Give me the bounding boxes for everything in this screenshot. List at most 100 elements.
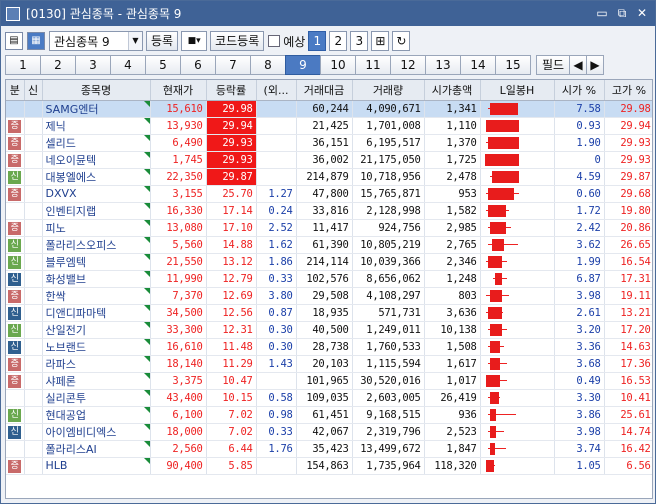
stock-name[interactable]: 산일전기 [42,321,151,339]
tab-13[interactable]: 13 [425,55,461,75]
stock-name[interactable]: 디앤디파마텍 [42,304,151,322]
daily-candle [481,220,554,236]
tab-8[interactable]: 8 [250,55,286,75]
stock-name[interactable]: 라파스 [42,355,151,373]
table-row[interactable]: 증 셀리드 6,490 29.93 36,151 6,195,517 1,370 1.90 29… [6,134,652,152]
code-register-button[interactable]: 코드등록 [210,31,265,51]
register-button[interactable]: 등록 [146,31,179,51]
tab-2[interactable]: 2 [40,55,76,75]
page-2-button[interactable]: 2 [329,31,348,51]
stock-name[interactable]: 현대공업 [42,406,151,424]
close-icon[interactable]: ✕ [633,5,651,21]
table-row[interactable]: 증 샤페론 3,375 10.47 101,965 30,520,016 1,017 0.49… [6,372,652,390]
table-row[interactable]: 증 라파스 18,140 11.29 1.43 20,103 1,115,594 1,617 3… [6,355,652,373]
table-row[interactable]: 증 피노 13,080 17.10 2.52 11,417 924,756 2,985 2.42… [6,219,652,237]
table-row[interactable]: 신 현대공업 6,100 7.02 0.98 61,451 9,168,515 936 3.86… [6,406,652,424]
col-new-header[interactable]: 신 [24,80,43,101]
high-pct: 29.98 [604,100,652,118]
tab-12[interactable]: 12 [390,55,426,75]
tab-14[interactable]: 14 [460,55,496,75]
trade-amount: 35,423 [296,440,353,458]
checkbox-box[interactable] [268,35,281,47]
note-marker-icon [143,134,149,141]
restore-icon[interactable]: ▭ [593,5,611,21]
stock-name[interactable]: 한싹 [42,287,151,305]
col-price-header[interactable]: 현재가 [150,80,207,101]
prev-arrow-icon[interactable]: ◀ [569,55,587,75]
trade-amount: 21,425 [296,117,353,135]
page-1-button[interactable]: 1 [308,31,327,51]
forecast-checkbox[interactable]: 예상 [268,33,305,50]
stock-name[interactable]: 아이엠비디엑스 [42,423,151,441]
table-row[interactable]: 신 디앤디파마텍 34,500 12.56 0.87 18,935 571,731 3,636… [6,304,652,322]
page-3-button[interactable]: 3 [350,31,369,51]
trade-volume: 1,249,011 [352,321,425,339]
stock-name[interactable]: 네오이뮨텍 [42,151,151,169]
stock-name[interactable]: 대봉엘에스 [42,168,151,186]
group-icon[interactable]: ▦ [27,32,45,50]
field-button[interactable]: 필드 [536,55,570,75]
tile-icon[interactable]: ⧉ [613,5,631,21]
table-row[interactable]: 신 화성밸브 11,990 12.79 0.33 102,576 8,656,062 1,24… [6,270,652,288]
color-select[interactable]: ■▾ [181,31,208,51]
tab-4[interactable]: 4 [110,55,146,75]
stock-name[interactable]: 샤페론 [42,372,151,390]
col-foreign-header[interactable]: (외... [256,80,297,101]
tab-7[interactable]: 7 [215,55,251,75]
table-row[interactable]: 인벤티지랩 16,330 17.14 0.24 33,816 2,128,998 1,582… [6,202,652,220]
stock-name[interactable]: 인벤티지랩 [42,202,151,220]
stock-name[interactable]: 셀리드 [42,134,151,152]
watchlist-grid[interactable]: 분 신 종목명 현재가 등락률 (외... 거래대금 거래량 시가총액 L일봉H 시가 % 고가 % … [5,79,653,499]
table-row[interactable]: 신 폴라리스오피스 5,560 14.88 1.62 61,390 10,805,219 2,… [6,236,652,254]
col-category-header[interactable]: 분 [6,80,25,101]
col-high-pct-header[interactable]: 고가 % [604,80,652,101]
stock-name[interactable]: 피노 [42,219,151,237]
col-name-header[interactable]: 종목명 [42,80,151,101]
stock-name[interactable]: 블루엠텍 [42,253,151,271]
table-row[interactable]: 신 산일전기 33,300 12.31 0.30 40,500 1,249,011 10,13… [6,321,652,339]
stock-name[interactable]: 제닉 [42,117,151,135]
table-row[interactable]: 실리콘투 43,400 10.15 0.58 109,035 2,603,005 26,41… [6,389,652,407]
table-row[interactable]: SAMG엔터 15,610 29.98 60,244 4,090,671 1,341 7.5… [6,100,652,118]
tab-5[interactable]: 5 [145,55,181,75]
col-open-pct-header[interactable]: 시가 % [554,80,605,101]
next-arrow-icon[interactable]: ▶ [586,55,604,75]
list-icon[interactable]: ▤ [5,32,23,50]
table-row[interactable]: 증 한싹 7,370 12.69 3.80 29,508 4,108,297 803 3.98 1… [6,287,652,305]
stock-name[interactable]: 실리콘투 [42,389,151,407]
col-amount-header[interactable]: 거래대금 [296,80,353,101]
tab-15[interactable]: 15 [495,55,531,75]
tab-1[interactable]: 1 [5,55,41,75]
col-rate-header[interactable]: 등락률 [206,80,257,101]
table-row[interactable]: 신 블루엠텍 21,550 13.12 1.86 214,114 10,039,366 2,3… [6,253,652,271]
tab-6[interactable]: 6 [180,55,216,75]
col-candle-header[interactable]: L일봉H [480,80,555,101]
table-row[interactable]: 폴라리스AI 2,560 6.44 1.76 35,423 13,499,672 1,847… [6,440,652,458]
table-row[interactable]: 신 대봉엘에스 22,350 29.87 214,879 10,718,956 2,478 4… [6,168,652,186]
tab-11[interactable]: 11 [355,55,391,75]
tab-9[interactable]: 9 [285,55,321,75]
chevron-down-icon[interactable]: ▼ [128,32,142,50]
table-row[interactable]: 증 네오이뮨텍 1,745 29.93 36,002 21,175,050 1,725 0 29… [6,151,652,169]
refresh-icon[interactable]: ↻ [392,31,411,51]
table-row[interactable]: 신 아이엠비디엑스 18,000 7.02 0.33 42,067 2,319,796 2,5… [6,423,652,441]
stock-name[interactable]: 화성밸브 [42,270,151,288]
stock-name[interactable]: DXVX [42,185,151,203]
app-icon [6,6,20,21]
table-row[interactable]: 증 DXVX 3,155 25.70 1.27 47,800 15,765,871 953 0.… [6,185,652,203]
stock-name[interactable]: 노브랜드 [42,338,151,356]
stock-name[interactable]: SAMG엔터 [42,100,151,118]
tab-10[interactable]: 10 [320,55,356,75]
table-row[interactable]: 증 제닉 13,930 29.94 21,425 1,701,008 1,110 0.93 29… [6,117,652,135]
stock-name[interactable]: 폴라리스AI [42,440,151,458]
market-cap: 803 [424,287,481,305]
table-row[interactable]: 신 노브랜드 16,610 11.48 0.30 28,738 1,760,533 1,508… [6,338,652,356]
col-mktcap-header[interactable]: 시가총액 [424,80,481,101]
layout-icon[interactable]: ⊞ [371,31,390,51]
stock-name[interactable]: HLB [42,457,151,475]
tab-3[interactable]: 3 [75,55,111,75]
table-row[interactable]: 증 HLB 90,400 5.85 154,863 1,735,964 118,320 1.0… [6,457,652,475]
group-select[interactable]: 관심종목 9 ▼ [49,31,143,51]
stock-name[interactable]: 폴라리스오피스 [42,236,151,254]
col-volume-header[interactable]: 거래량 [352,80,425,101]
